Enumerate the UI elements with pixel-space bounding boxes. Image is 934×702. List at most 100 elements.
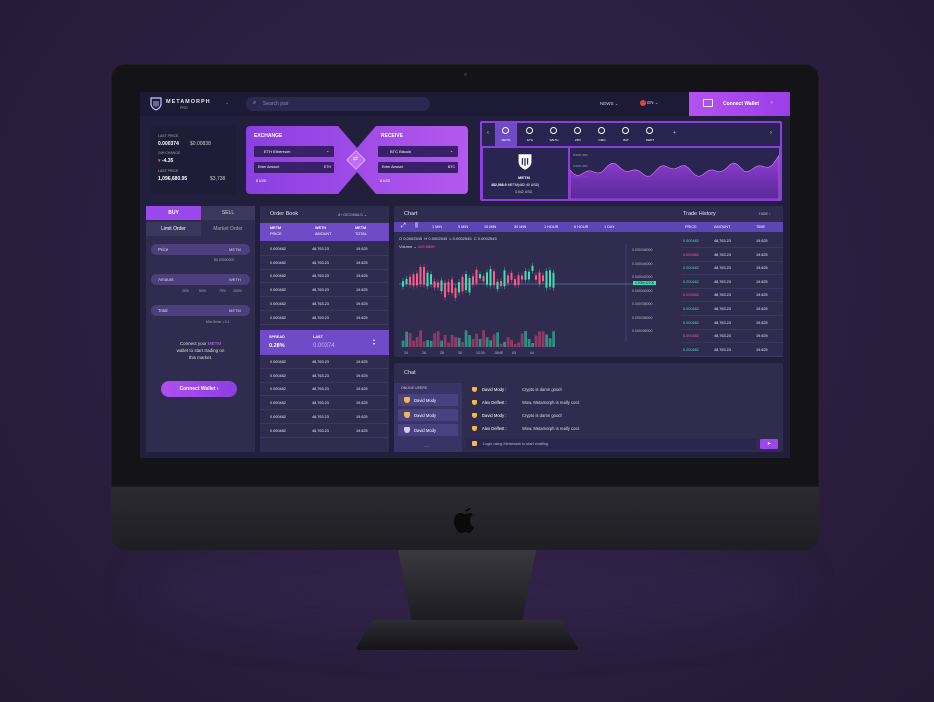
total-label: Total bbox=[158, 308, 168, 313]
candle-body bbox=[451, 279, 453, 294]
sell-tab[interactable]: SELL bbox=[201, 206, 255, 220]
volume-bar bbox=[506, 337, 510, 347]
order-row[interactable]: 0.000482 48,763.23 19.625 bbox=[260, 425, 389, 438]
order-row[interactable]: 0.000482 48,763.23 19.625 bbox=[260, 298, 389, 311]
token-tab-omg[interactable]: OMG bbox=[591, 123, 613, 146]
percent-50[interactable]: 50% bbox=[199, 289, 206, 293]
amount-input[interactable]: Amount WETH bbox=[151, 274, 250, 285]
online-user[interactable]: David Mody bbox=[398, 394, 458, 406]
online-user[interactable]: David Mody bbox=[398, 424, 458, 436]
history-cell: 19.625 bbox=[756, 252, 768, 257]
interval-5-min[interactable]: 5 MIN bbox=[458, 225, 468, 229]
total-unit: METM bbox=[229, 308, 241, 313]
scroll-right-icon[interactable]: › bbox=[770, 130, 772, 136]
connect-wallet-button[interactable]: Connect Wallet › bbox=[689, 92, 790, 116]
token-icon bbox=[526, 127, 533, 134]
trade-connect-wallet-button[interactable]: Connect Wallet › bbox=[161, 381, 237, 397]
history-row[interactable]: 0.000482 48,763.23 19.625 bbox=[681, 317, 783, 330]
order-row[interactable]: 0.000482 48,763.23 19.625 bbox=[260, 243, 389, 256]
token-tab-weth[interactable]: WETH bbox=[543, 123, 565, 146]
history-row[interactable]: 0.000482 48,763.23 19.625 bbox=[681, 303, 783, 316]
history-row[interactable]: 0.000482 48,763.23 19.625 bbox=[681, 249, 783, 262]
interval-15-min[interactable]: 15 MIN bbox=[484, 225, 496, 229]
percent-25[interactable]: 25% bbox=[182, 289, 189, 293]
history-row[interactable]: 0.000482 48,763.23 19.625 bbox=[681, 262, 783, 276]
connect-msg-2: wallet to start trading on bbox=[176, 348, 225, 353]
history-row[interactable]: 0.000482 48,763.23 19.625 bbox=[681, 235, 783, 248]
order-row[interactable]: 0.000482 48,763.23 19.625 bbox=[260, 370, 389, 383]
history-cell: 19.625 bbox=[756, 266, 768, 271]
order-row[interactable]: 0.000482 48,763.23 19.625 bbox=[260, 270, 389, 284]
hide-button[interactable]: HIDE › bbox=[759, 212, 770, 216]
candle-body bbox=[426, 272, 429, 287]
history-row[interactable]: 0.000482 48,763.23 19.625 bbox=[681, 344, 783, 357]
last-price-label: LAST PRICE bbox=[158, 134, 179, 138]
scroll-left-icon[interactable]: ‹ bbox=[487, 130, 489, 136]
trade-connect-label: Connect Wallet bbox=[179, 386, 216, 392]
token-tab-bat[interactable]: BAT bbox=[615, 123, 637, 146]
change-value: ▾ -4.35 bbox=[158, 158, 174, 164]
interval-1-day[interactable]: 1 DAY bbox=[604, 225, 615, 229]
order-row[interactable]: 0.000482 48,763.23 19.625 bbox=[260, 284, 389, 298]
language-selector[interactable]: EN ⌄ bbox=[640, 100, 659, 106]
token-tab-metm[interactable]: METM bbox=[495, 123, 517, 146]
history-row[interactable]: 0.000482 48,763.23 19.625 bbox=[681, 330, 783, 344]
online-user[interactable]: David Mody bbox=[398, 409, 458, 421]
more-icon[interactable]: + bbox=[673, 130, 676, 136]
percent-75[interactable]: 75% bbox=[219, 289, 226, 293]
receive-amount-input[interactable]: Enter Amount BTC bbox=[378, 162, 458, 173]
market-order-tab[interactable]: Market Order bbox=[201, 222, 255, 236]
candles-icon[interactable]: ⫼ bbox=[415, 223, 418, 230]
candle-body bbox=[510, 272, 513, 281]
token-tab-eth[interactable]: ETH bbox=[519, 123, 541, 146]
volume-bar bbox=[457, 337, 461, 347]
chat-message: David Mody : Crypto is damn good! bbox=[470, 385, 770, 395]
volume-bar bbox=[513, 343, 517, 347]
token-symbol: ETH bbox=[527, 138, 533, 142]
exchange-coin-select[interactable]: ETH Ethereum ⌄ bbox=[254, 146, 334, 157]
history-row[interactable]: 0.000482 48,763.23 19.625 bbox=[681, 276, 783, 289]
total-input[interactable]: Total METM bbox=[151, 305, 250, 316]
exchange-amount-input[interactable]: Enter Amount ETH bbox=[254, 162, 334, 173]
order-row[interactable]: 0.000482 48,763.23 19.625 bbox=[260, 397, 389, 411]
history-row[interactable]: 0.000482 48,763.23 19.625 bbox=[681, 289, 783, 303]
receive-coin-select[interactable]: BTC Bitcoin ⌄ bbox=[378, 146, 458, 157]
send-button[interactable]: ➤ bbox=[760, 439, 778, 449]
order-cell: 19.625 bbox=[356, 401, 368, 406]
exchange-usd: $ USD bbox=[256, 179, 267, 183]
brand-dropdown-icon[interactable]: ⌄ bbox=[225, 100, 229, 106]
more-users-icon[interactable]: … bbox=[424, 443, 429, 449]
interval-1-min[interactable]: 1 MIN bbox=[432, 225, 442, 229]
buy-tab[interactable]: BUY bbox=[146, 206, 201, 220]
top-bar: METAMORPH PRO ⌄ ⌕ Search pair NEWS ⌄ EN … bbox=[140, 92, 790, 116]
token-tab-zrx[interactable]: ZRX bbox=[567, 123, 589, 146]
token-tab-dent[interactable]: DENT bbox=[639, 123, 661, 146]
search-input[interactable]: Search pair bbox=[263, 101, 289, 107]
decimals-dropdown[interactable]: 8+ DECIMALS ⌄ bbox=[338, 212, 367, 217]
expand-icon[interactable]: ⤢ bbox=[401, 223, 406, 230]
news-menu[interactable]: NEWS ⌄ bbox=[600, 101, 619, 107]
order-row[interactable]: 0.000482 48,763.23 19.625 bbox=[260, 383, 389, 397]
token-card-symbol: METM bbox=[518, 175, 530, 180]
price-input[interactable]: Price METM bbox=[151, 244, 250, 255]
chat-input[interactable]: Login using Metamask to start chatting. bbox=[466, 439, 756, 449]
spread-value: 0.28% bbox=[269, 343, 285, 349]
order-cell: 0.000482 bbox=[270, 247, 286, 251]
candle-body bbox=[486, 272, 488, 285]
percent-100[interactable]: 100% bbox=[233, 289, 242, 293]
order-row[interactable]: 0.000482 48,763.23 19.625 bbox=[260, 356, 389, 369]
interval-6-hour[interactable]: 6 HOUR bbox=[574, 225, 588, 229]
order-row[interactable]: 0.000482 48,763.23 19.625 bbox=[260, 312, 389, 325]
order-row[interactable]: 0.000482 48,763.23 19.625 bbox=[260, 257, 389, 270]
volume-bar bbox=[496, 332, 499, 347]
candle-body bbox=[542, 275, 544, 282]
decimals-label: 8+ DECIMALS bbox=[338, 213, 363, 217]
sort-icon[interactable]: ▴ ▾ bbox=[373, 338, 375, 346]
interval-1-hour[interactable]: 1 HOUR bbox=[544, 225, 558, 229]
message-text: Crypto is damn good! bbox=[522, 387, 562, 392]
interval-30-min[interactable]: 30 MIN bbox=[514, 225, 526, 229]
chart-title: Chart bbox=[404, 211, 418, 217]
limit-order-tab[interactable]: Limit Order bbox=[146, 222, 201, 236]
search-bar[interactable]: ⌕ Search pair bbox=[246, 97, 430, 111]
order-row[interactable]: 0.000482 48,763.23 19.625 bbox=[260, 411, 389, 424]
